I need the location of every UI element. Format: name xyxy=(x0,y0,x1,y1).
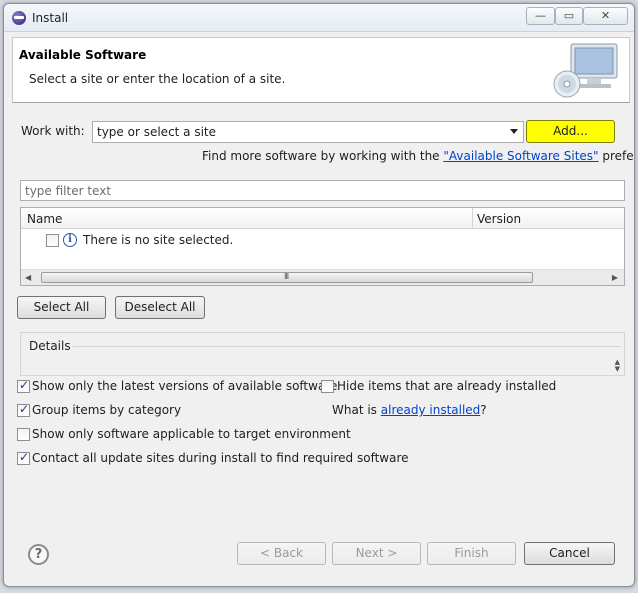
available-software-sites-link[interactable]: "Available Software Sites" xyxy=(443,149,598,163)
already-installed-link[interactable]: already installed xyxy=(381,403,481,417)
group-by-category-checkbox[interactable] xyxy=(17,402,30,417)
scroll-left-icon[interactable]: ◀ xyxy=(25,273,31,282)
column-name[interactable]: Name xyxy=(27,212,62,226)
cancel-button[interactable]: Cancel xyxy=(524,542,615,565)
column-divider[interactable] xyxy=(472,208,473,229)
chevron-down-icon[interactable] xyxy=(510,129,518,134)
back-button[interactable]: < Back xyxy=(237,542,326,565)
eclipse-icon xyxy=(12,11,26,25)
deselect-all-button[interactable]: Deselect All xyxy=(115,296,205,319)
column-version[interactable]: Version xyxy=(477,212,521,226)
scroll-thumb[interactable]: III xyxy=(41,272,533,283)
info-icon: i xyxy=(63,233,77,247)
contact-sites-label[interactable]: Contact all update sites during install … xyxy=(32,451,409,465)
install-dialog: Install — ▭ ✕ Available Software Select … xyxy=(3,3,635,587)
add-button[interactable]: Add... xyxy=(526,120,615,143)
hint-suffix: preferences. xyxy=(602,149,635,163)
contact-sites-checkbox[interactable] xyxy=(17,450,30,465)
hide-installed-checkbox[interactable] xyxy=(321,380,334,393)
available-sites-hint: Find more software by working with the "… xyxy=(202,149,635,163)
group-by-category-label[interactable]: Group items by category xyxy=(32,403,181,417)
details-divider xyxy=(73,346,621,347)
page-title: Available Software xyxy=(19,48,147,62)
table-row: i There is no site selected. xyxy=(21,231,624,251)
empty-message: There is no site selected. xyxy=(83,233,234,247)
target-environment-checkbox[interactable] xyxy=(17,428,30,441)
title-bar: Install — ▭ ✕ xyxy=(4,4,634,32)
hide-installed-label[interactable]: Hide items that are already installed xyxy=(337,379,556,393)
wizard-header: Available Software Select a site or ente… xyxy=(12,37,630,103)
row-checkbox[interactable] xyxy=(46,234,59,247)
details-scroll-icon[interactable]: ▲ ▼ xyxy=(615,359,620,373)
horizontal-scrollbar[interactable]: ◀ III ▶ xyxy=(21,269,624,285)
scroll-grip-icon: III xyxy=(284,272,289,281)
work-with-label: Work with: xyxy=(21,124,85,138)
work-with-combo[interactable]: type or select a site xyxy=(92,121,524,143)
page-description: Select a site or enter the location of a… xyxy=(29,72,286,86)
latest-versions-checkbox[interactable] xyxy=(17,378,30,393)
minimize-button[interactable]: — xyxy=(526,7,555,25)
maximize-button[interactable]: ▭ xyxy=(555,7,583,25)
details-label: Details xyxy=(29,339,71,353)
what-is-prefix: What is xyxy=(332,403,381,417)
details-group: Details ▲ ▼ xyxy=(20,332,625,376)
work-with-value: type or select a site xyxy=(97,125,217,139)
hint-prefix: Find more software by working with the xyxy=(202,149,444,163)
install-monitor-icon xyxy=(553,43,618,98)
what-is-installed-text: What is already installed? xyxy=(332,403,487,417)
scroll-right-icon[interactable]: ▶ xyxy=(612,273,618,282)
close-button[interactable]: ✕ xyxy=(583,7,628,25)
what-is-suffix: ? xyxy=(480,403,487,417)
finish-button[interactable]: Finish xyxy=(427,542,516,565)
select-all-button[interactable]: Select All xyxy=(17,296,106,319)
window-title: Install xyxy=(32,11,69,25)
software-table: Name Version i There is no site selected… xyxy=(20,207,625,286)
help-icon[interactable]: ? xyxy=(28,544,49,565)
target-environment-label[interactable]: Show only software applicable to target … xyxy=(32,427,351,441)
table-header: Name Version xyxy=(21,208,624,229)
latest-versions-label[interactable]: Show only the latest versions of availab… xyxy=(32,379,337,393)
next-button[interactable]: Next > xyxy=(332,542,421,565)
filter-input[interactable]: type filter text xyxy=(20,180,625,201)
